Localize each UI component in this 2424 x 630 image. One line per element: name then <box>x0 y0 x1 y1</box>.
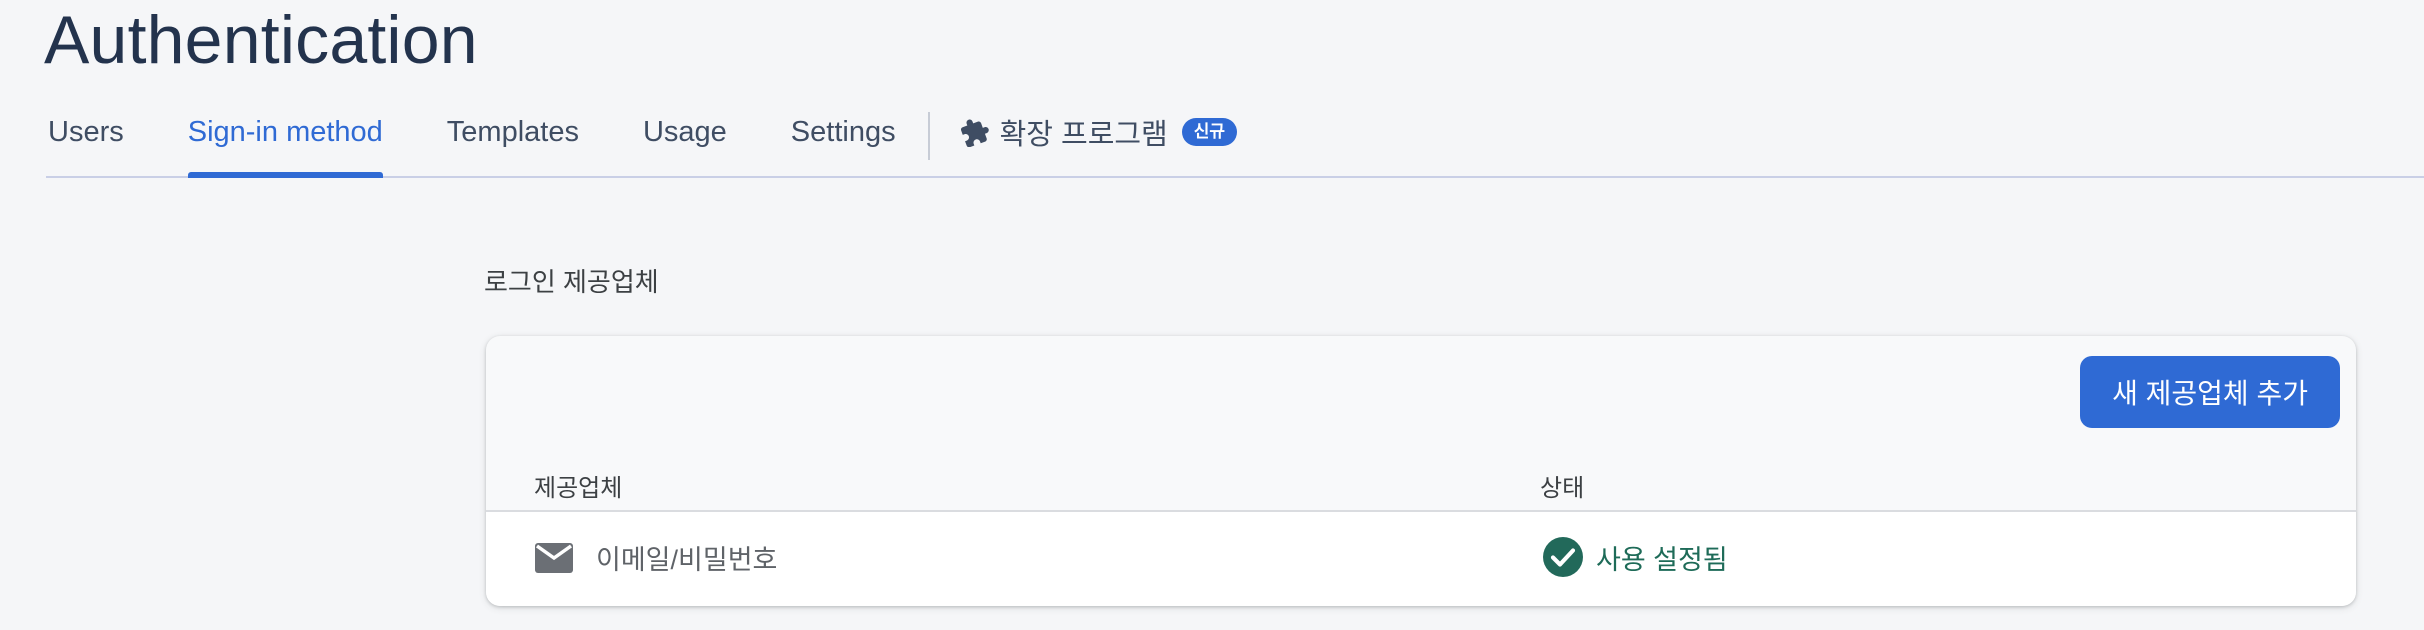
puzzle-piece-icon <box>960 117 990 147</box>
provider-cell: 이메일/비밀번호 <box>534 538 777 577</box>
tab-templates[interactable]: Templates <box>447 94 579 170</box>
tab-settings[interactable]: Settings <box>791 94 896 170</box>
tab-usage[interactable]: Usage <box>643 94 727 170</box>
tab-extensions-label: 확장 프로그램 <box>999 119 1168 151</box>
table-header: 제공업체 상태 <box>486 464 2356 512</box>
status-text: 사용 설정됨 <box>1596 544 1728 575</box>
mail-icon <box>534 541 574 575</box>
provider-name: 이메일/비밀번호 <box>596 545 778 575</box>
tab-bar: Users Sign-in method Templates Usage Set… <box>46 100 2424 178</box>
section-title: 로그인 제공업체 <box>484 267 659 297</box>
tab-extensions[interactable]: 확장 프로그램 신규 <box>960 94 1238 170</box>
status-cell: 사용 설정됨 <box>1542 536 1728 578</box>
tab-sign-in-method[interactable]: Sign-in method <box>187 94 383 178</box>
tab-divider <box>927 112 930 160</box>
column-header-provider: 제공업체 <box>534 475 623 502</box>
table-row[interactable]: 이메일/비밀번호 사용 설정됨 <box>486 512 2356 606</box>
page-title: Authentication <box>44 2 478 78</box>
tab-users[interactable]: Users <box>48 94 124 170</box>
add-provider-button[interactable]: 새 제공업체 추가 <box>2080 356 2340 428</box>
column-header-status: 상태 <box>1540 475 1585 502</box>
new-badge: 신규 <box>1181 118 1238 146</box>
check-circle-icon <box>1542 536 1584 578</box>
providers-card: 새 제공업체 추가 제공업체 상태 이메일/비밀번호 사용 설정됨 <box>486 336 2356 606</box>
